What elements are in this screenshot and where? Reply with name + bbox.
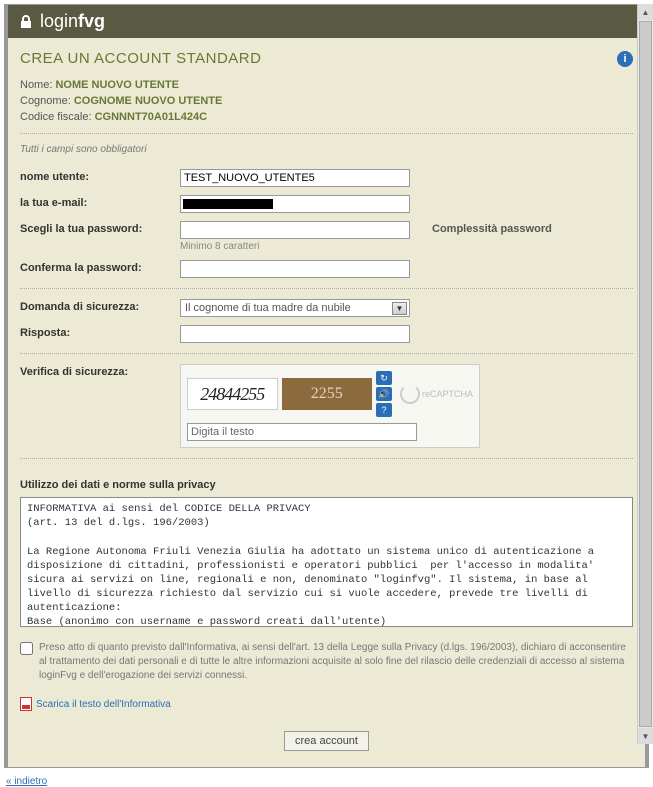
static-surname: Cognome: COGNOME NUOVO UTENTE <box>20 95 633 107</box>
scroll-up-icon[interactable]: ▲ <box>638 4 653 20</box>
divider <box>20 133 633 134</box>
main-panel: loginfvg CREA UN ACCOUNT STANDARD i Nome… <box>4 4 649 768</box>
fiscal-value: CGNNNT70A01L424C <box>95 111 207 123</box>
captcha-label: Verifica di sicurezza: <box>20 364 180 378</box>
password-input[interactable] <box>180 221 410 239</box>
password-complexity-label: Complessità password <box>432 221 552 235</box>
captcha-input[interactable] <box>187 423 417 441</box>
password-hint: Minimo 8 caratteri <box>180 241 420 252</box>
email-label: la tua e-mail: <box>20 195 180 209</box>
privacy-section-label: Utilizzo dei dati e norme sulla privacy <box>20 479 633 491</box>
security-answer-input[interactable] <box>180 325 410 343</box>
password-label: Scegli la tua password: <box>20 221 180 235</box>
privacy-textarea[interactable]: INFORMATIVA ai sensi del CODICE DELLA PR… <box>20 497 633 627</box>
consent-checkbox[interactable] <box>20 642 33 655</box>
confirm-password-input[interactable] <box>180 260 410 278</box>
email-input[interactable] <box>180 195 410 213</box>
chevron-down-icon: ▼ <box>392 302 407 315</box>
logo-text-prefix: login <box>40 11 78 32</box>
captcha-audio-icon[interactable]: 🔊 <box>376 387 392 401</box>
captcha-widget: 24844255 2255 ↻ 🔊 ? reCAPTCHA <box>180 364 480 448</box>
download-informativa-link[interactable]: Scarica il testo dell'Informativa <box>20 697 171 711</box>
username-input[interactable] <box>180 169 410 187</box>
name-label: Nome: <box>20 79 52 91</box>
fiscal-label: Codice fiscale: <box>20 111 92 123</box>
scroll-thumb[interactable] <box>639 21 652 727</box>
static-fiscal: Codice fiscale: CGNNNT70A01L424C <box>20 111 633 123</box>
security-question-label: Domanda di sicurezza: <box>20 299 180 313</box>
security-question-select[interactable]: Il cognome di tua madre da nubile ▼ <box>180 299 410 317</box>
captcha-image-1: 24844255 <box>187 378 278 410</box>
confirm-password-label: Conferma la password: <box>20 260 180 274</box>
captcha-image-2: 2255 <box>282 378 372 410</box>
consent-text: Preso atto di quanto previsto dall'Infor… <box>39 641 633 683</box>
pdf-icon <box>20 697 32 711</box>
divider <box>20 288 633 289</box>
info-icon[interactable]: i <box>617 51 633 67</box>
scroll-down-icon[interactable]: ▼ <box>638 728 653 744</box>
static-name: Nome: NOME NUOVO UTENTE <box>20 79 633 91</box>
username-label: nome utente: <box>20 169 180 183</box>
recaptcha-logo: reCAPTCHA <box>400 384 473 404</box>
surname-label: Cognome: <box>20 95 71 107</box>
header-bar: loginfvg <box>8 5 645 38</box>
security-question-value: Il cognome di tua madre da nubile <box>185 302 351 314</box>
create-account-button[interactable]: crea account <box>284 731 369 751</box>
security-answer-label: Risposta: <box>20 325 180 339</box>
divider <box>20 353 633 354</box>
page-title: CREA UN ACCOUNT STANDARD <box>20 50 261 67</box>
page-scrollbar[interactable]: ▲ ▼ <box>637 4 653 744</box>
name-value: NOME NUOVO UTENTE <box>55 79 178 91</box>
lock-icon <box>18 14 34 30</box>
surname-value: COGNOME NUOVO UTENTE <box>74 95 223 107</box>
captcha-refresh-icon[interactable]: ↻ <box>376 371 392 385</box>
divider <box>20 458 633 459</box>
captcha-help-icon[interactable]: ? <box>376 403 392 417</box>
mandatory-note: Tutti i campi sono obbligatori <box>20 144 633 155</box>
logo-text-suffix: fvg <box>78 11 105 32</box>
back-link[interactable]: « indietro <box>6 776 47 787</box>
